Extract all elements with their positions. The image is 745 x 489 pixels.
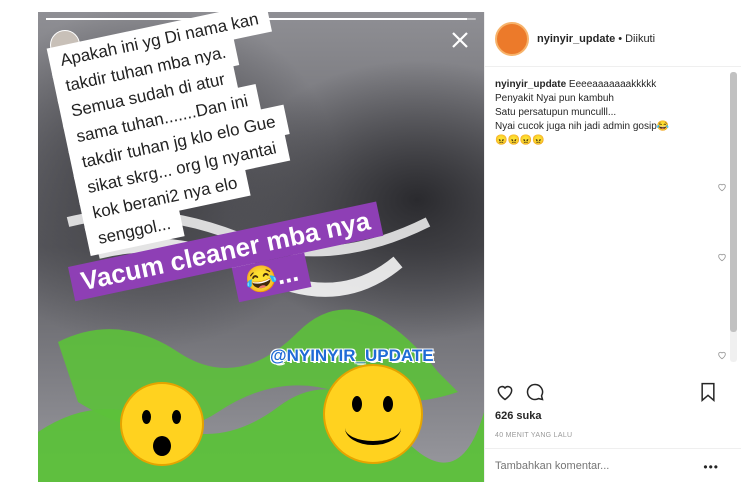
watermark: @NYINYIR_UPDATE (270, 346, 434, 365)
caption-text: Eeeeaaaaaaakkkkk (568, 79, 657, 90)
caption-username[interactable]: nyinyir_update (495, 79, 566, 90)
follow-status-button[interactable]: Diikuti (625, 33, 655, 45)
caption-line: Nyai cucok juga nih jadi admin gosip😂 (495, 121, 670, 132)
divider (485, 448, 741, 449)
bookmark-icon[interactable] (699, 382, 717, 402)
profile-avatar[interactable] (495, 22, 529, 56)
caption-line: Penyakit Nyai pun kambuh (495, 93, 614, 104)
add-comment-input[interactable] (495, 460, 675, 472)
caption-line: 😠😠😠😠 (495, 135, 545, 146)
scrollbar-thumb[interactable] (730, 72, 737, 332)
action-bar (495, 382, 723, 404)
like-count[interactable]: 626 suka (495, 410, 541, 422)
caption-line: Satu persatupun munculll... (495, 107, 617, 118)
post-sidebar: nyinyir_update • Diikuti nyinyir_update … (484, 12, 741, 482)
comments-scrollbar[interactable] (730, 72, 737, 362)
post-username[interactable]: nyinyir_update (537, 33, 615, 45)
post-header: nyinyir_update • Diikuti (485, 12, 741, 67)
comment-like-heart-icon[interactable] (717, 252, 727, 262)
caption-area: nyinyir_update Eeeeaaaaaaakkkkk Penyakit… (495, 78, 725, 148)
comment-like-heart-icon[interactable] (717, 350, 727, 360)
like-heart-icon[interactable] (495, 382, 515, 402)
post-timestamp[interactable]: 40 MENIT YANG LALU (495, 432, 572, 439)
separator-dot: • (618, 33, 623, 45)
more-options-icon[interactable]: ••• (703, 460, 719, 474)
surprised-emoji-icon (120, 382, 204, 466)
comment-like-heart-icon[interactable] (717, 182, 727, 192)
comment-icon[interactable] (525, 382, 545, 402)
instagram-post: nikitamirzanimawardi Apakah ini yg Di na… (0, 0, 745, 489)
story-media[interactable]: nikitamirzanimawardi Apakah ini yg Di na… (38, 12, 484, 482)
smiley-emoji-icon (323, 364, 423, 464)
